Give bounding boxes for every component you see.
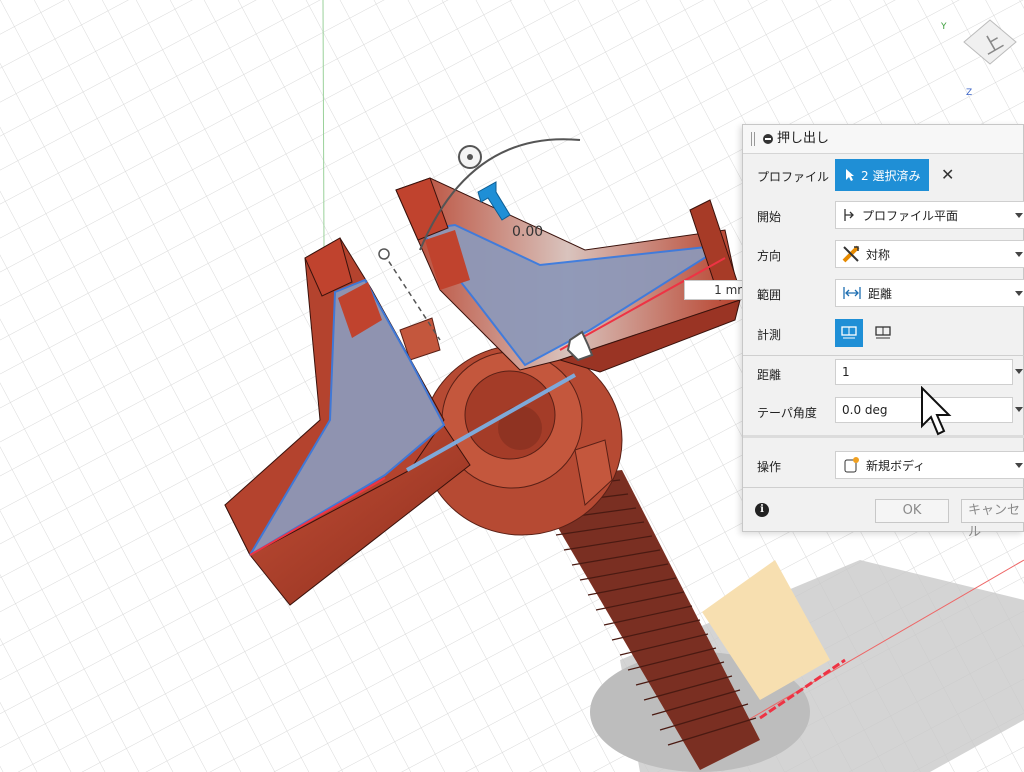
start-value: プロファイル平面 [862,208,959,223]
angle-pivot-handle[interactable] [378,248,390,260]
dialog-title: 押し出し [777,131,830,146]
measure-label: 計測 [757,328,782,342]
chevron-down-icon[interactable] [1015,369,1023,374]
operation-label: 操作 [757,460,782,474]
taper-row: テーパ角度 0.0 deg [743,395,1024,427]
start-dropdown[interactable]: プロファイル平面 [835,201,1024,229]
mouse-cursor-icon [921,386,952,436]
measure-whole-button[interactable] [869,319,897,347]
distance-input[interactable]: 1 [835,359,1013,385]
profile-selection-text: 2 選択済み [861,168,921,183]
angle-dimension-label: 0.00 [512,224,544,240]
direction-value: 対称 [866,247,891,262]
info-icon[interactable]: i [755,503,769,517]
view-cube-z-axis-label: Z [966,88,973,98]
distance-label: 距離 [757,368,782,382]
distance-row: 距離 1 [743,357,1024,389]
start-label: 開始 [757,210,782,224]
chevron-down-icon [1015,213,1023,218]
operation-row: 操作 新規ボディ [743,449,1024,481]
clear-selection-button[interactable]: ✕ [941,167,954,183]
view-cube[interactable]: 上 [958,14,1020,76]
extent-value: 距離 [868,286,893,301]
chevron-down-icon [1015,252,1023,257]
extent-row: 範囲 距離 [743,277,1024,309]
profile-plane-icon [844,209,854,221]
chevron-down-icon[interactable] [1015,407,1023,412]
measure-whole-icon [875,326,891,339]
divider [743,355,1024,356]
view-cube-y-axis-label: Y [941,22,947,32]
direction-dropdown[interactable]: 対称 [835,240,1024,268]
taper-label: テーパ角度 [757,406,817,420]
drag-handle-icon[interactable] [751,132,755,146]
profile-selection-button[interactable]: 2 選択済み [835,159,929,191]
new-body-icon [844,457,859,473]
divider [743,435,1024,438]
profile-row: プロファイル 2 選択済み ✕ [743,159,1024,191]
ok-button[interactable]: OK [875,499,949,523]
divider [743,487,1024,488]
measure-half-icon [841,326,857,339]
direction-row: 方向 対称 [743,238,1024,270]
extent-dropdown[interactable]: 距離 [835,279,1024,307]
operation-dropdown[interactable]: 新規ボディ [835,451,1024,479]
measure-symmetric-button[interactable] [835,319,863,347]
start-row: 開始 プロファイル平面 [743,199,1024,231]
distance-icon [843,287,861,299]
measure-row: 計測 [743,317,1024,349]
operation-value: 新規ボディ [866,458,926,473]
direction-label: 方向 [757,249,782,263]
extrude-dialog: 押し出し プロファイル 2 選択済み ✕ 開始 プロファイル平面 方向 対称 範… [742,124,1024,540]
pointer-icon [846,169,854,181]
symmetric-icon [842,245,860,263]
extent-label: 範囲 [757,288,782,302]
chevron-down-icon [1015,291,1023,296]
dialog-header[interactable]: 押し出し [743,125,1023,154]
profile-label: プロファイル [757,170,830,184]
collapse-icon[interactable] [763,134,773,144]
chevron-down-icon [1015,463,1023,468]
cancel-button[interactable]: キャンセル [961,499,1024,540]
